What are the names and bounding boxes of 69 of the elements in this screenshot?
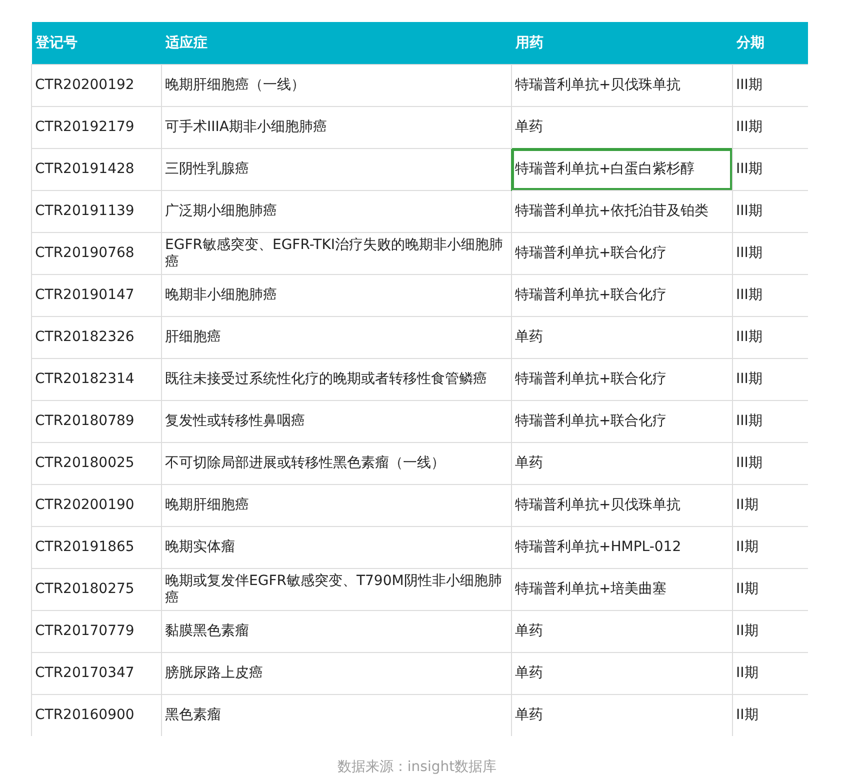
table-cell: 广泛期小细胞肺癌 — [162, 190, 512, 232]
table-cell[interactable]: 单药 — [512, 442, 732, 484]
table-cell: III期 — [732, 148, 808, 190]
table-cell[interactable]: 特瑞普利单抗+贝伐珠单抗 — [512, 64, 732, 106]
table-cell[interactable]: 单药 — [512, 694, 732, 736]
table-cell: 晚期或复发伴EGFR敏感突变、T790M阴性非小细胞肺癌 — [162, 568, 512, 610]
table-cell[interactable]: 单药 — [512, 610, 732, 652]
column-header: 分期 — [732, 22, 808, 64]
table-cell[interactable]: 特瑞普利单抗+贝伐珠单抗 — [512, 484, 732, 526]
table-cell: CTR20191139 — [32, 190, 162, 232]
table-cell: 晚期肝细胞癌（一线） — [162, 64, 512, 106]
table-cell: 可手术IIIA期非小细胞肺癌 — [162, 106, 512, 148]
table-cell: 黏膜黑色素瘤 — [162, 610, 512, 652]
table-cell: CTR20180789 — [32, 400, 162, 442]
table-cell: II期 — [732, 610, 808, 652]
table-cell: 晚期实体瘤 — [162, 526, 512, 568]
table-cell: 晚期非小细胞肺癌 — [162, 274, 512, 316]
table-cell[interactable]: 特瑞普利单抗+联合化疗 — [512, 358, 732, 400]
table-cell: CTR20180275 — [32, 568, 162, 610]
table-cell: CTR20192179 — [32, 106, 162, 148]
table-cell: CTR20170779 — [32, 610, 162, 652]
table-cell: CTR20200190 — [32, 484, 162, 526]
table-cell[interactable]: 单药 — [512, 316, 732, 358]
table-cell: CTR20182326 — [32, 316, 162, 358]
table-cell: 三阴性乳腺癌 — [162, 148, 512, 190]
table-cell: III期 — [732, 64, 808, 106]
table-cell: III期 — [732, 358, 808, 400]
table-cell: III期 — [732, 274, 808, 316]
table-cell: CTR20191865 — [32, 526, 162, 568]
table-cell: CTR20170347 — [32, 652, 162, 694]
table-cell: CTR20190768 — [32, 232, 162, 274]
column-header: 登记号 — [32, 22, 162, 64]
table-cell: 黑色素瘤 — [162, 694, 512, 736]
table-cell: 复发性或转移性鼻咽癌 — [162, 400, 512, 442]
table-cell: CTR20182314 — [32, 358, 162, 400]
table-cell: 晚期肝细胞癌 — [162, 484, 512, 526]
table-cell: 肝细胞癌 — [162, 316, 512, 358]
table-cell[interactable]: 特瑞普利单抗+培美曲塞 — [512, 568, 732, 610]
table-cell: CTR20160900 — [32, 694, 162, 736]
table-cell: II期 — [732, 652, 808, 694]
table-cell[interactable]: 特瑞普利单抗+HMPL-012 — [512, 526, 732, 568]
table-cell: III期 — [732, 316, 808, 358]
table-cell: CTR20190147 — [32, 274, 162, 316]
table-cell: CTR20180025 — [32, 442, 162, 484]
source-caption: 数据来源：insight数据库 — [336, 758, 498, 776]
table-cell: 不可切除局部进展或转移性黑色素瘤（一线） — [162, 442, 512, 484]
table-cell: II期 — [732, 484, 808, 526]
table-cell: 膀胱尿路上皮癌 — [162, 652, 512, 694]
table-cell: III期 — [732, 442, 808, 484]
table-cell: II期 — [732, 568, 808, 610]
table-cell[interactable]: 特瑞普利单抗+白蛋白紫杉醇 — [512, 148, 732, 190]
table-cell: EGFR敏感突变、EGFR-TKI治疗失败的晚期非小细胞肺癌 — [162, 232, 512, 274]
table-cell[interactable]: 单药 — [512, 652, 732, 694]
table-cell[interactable]: 特瑞普利单抗+联合化疗 — [512, 400, 732, 442]
table-cell[interactable]: 特瑞普利单抗+联合化疗 — [512, 274, 732, 316]
column-header: 适应症 — [162, 22, 512, 64]
table-cell: CTR20191428 — [32, 148, 162, 190]
table-cell: II期 — [732, 694, 808, 736]
table-cell: III期 — [732, 232, 808, 274]
table-cell: III期 — [732, 106, 808, 148]
column-header: 用药 — [512, 22, 732, 64]
table-cell: II期 — [732, 526, 808, 568]
table-cell: III期 — [732, 400, 808, 442]
table-cell: CTR20200192 — [32, 64, 162, 106]
table-cell[interactable]: 特瑞普利单抗+依托泊苷及铂类 — [512, 190, 732, 232]
table-cell: 既往未接受过系统性化疗的晚期或者转移性食管鳞癌 — [162, 358, 512, 400]
table-cell[interactable]: 特瑞普利单抗+联合化疗 — [512, 232, 732, 274]
table-cell[interactable]: 单药 — [512, 106, 732, 148]
table-cell: III期 — [732, 190, 808, 232]
